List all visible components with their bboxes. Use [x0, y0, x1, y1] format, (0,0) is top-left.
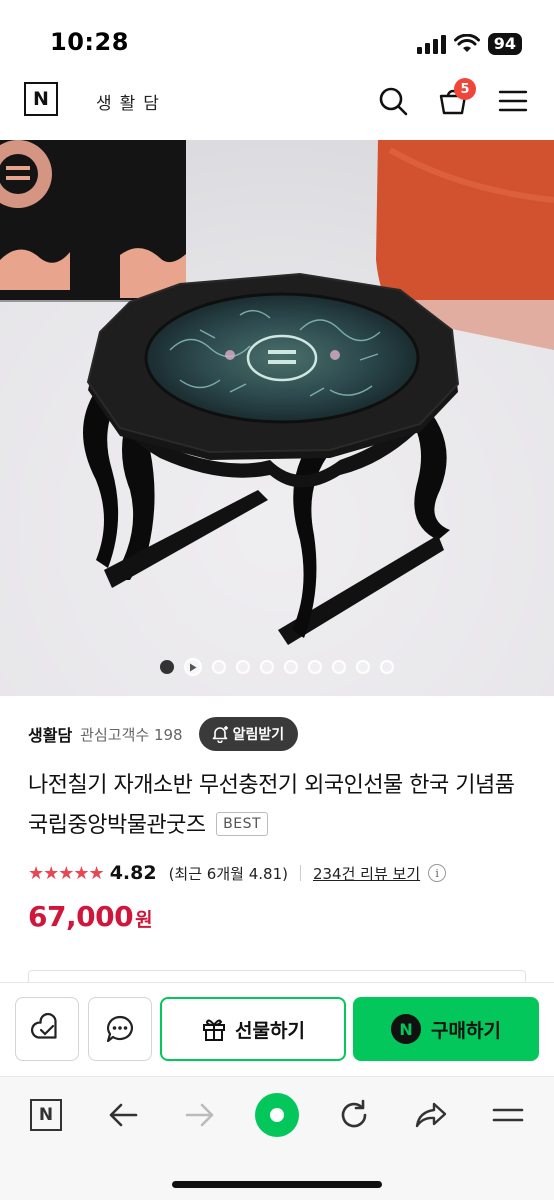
hamburger-icon: [498, 90, 528, 112]
carousel-dot[interactable]: [380, 660, 394, 674]
price-unit: 원: [135, 909, 153, 931]
share-arrow-icon: [415, 1102, 447, 1128]
gift-label: 선물하기: [235, 1019, 305, 1042]
home-indicator: [172, 1181, 382, 1188]
browser-home-button[interactable]: N: [24, 1093, 68, 1137]
status-time: 10:28: [50, 28, 129, 56]
seller-follower-count: 관심고객수 198: [80, 725, 183, 744]
buy-label: 구매하기: [431, 1019, 501, 1042]
price-value: 67,000: [28, 900, 134, 933]
share-button[interactable]: [409, 1093, 453, 1137]
best-badge: BEST: [216, 812, 269, 836]
gift-icon: [203, 1019, 226, 1041]
naverpay-n-icon: N: [391, 1014, 422, 1044]
purchase-action-bar: 선물하기 N 구매하기: [0, 982, 554, 1074]
header: N 생활담 5: [0, 72, 554, 132]
info-icon[interactable]: i: [428, 864, 447, 882]
status-icons: 94: [416, 33, 522, 55]
green-dot-icon: [270, 1108, 284, 1122]
browser-toolbar: N: [0, 1076, 554, 1200]
product-title: 나전칠기 자개소반 무선충전기 외국인선물 한국 기념품 국립중앙박물관굿즈 B…: [28, 766, 532, 846]
battery-indicator: 94: [487, 33, 522, 55]
store-brand-name[interactable]: 생활담: [96, 89, 167, 114]
cart-count-badge: 5: [454, 78, 476, 100]
carousel-dot[interactable]: [284, 660, 298, 674]
carousel-dot[interactable]: [260, 660, 274, 674]
seller-row: 생활담 관심고객수 198 알림받기: [28, 714, 526, 754]
carousel-dot[interactable]: [236, 660, 250, 674]
alarm-subscribe-label: 알림받기: [232, 727, 285, 743]
back-button[interactable]: [101, 1093, 145, 1137]
carousel-dot[interactable]: [356, 660, 370, 674]
browser-menu-button[interactable]: [486, 1093, 530, 1137]
naver-n-icon: N: [30, 1099, 62, 1131]
search-icon: [379, 87, 408, 116]
arrow-right-icon: [185, 1103, 214, 1127]
refresh-icon: [341, 1099, 367, 1128]
carousel-dot[interactable]: [332, 660, 346, 674]
review-link[interactable]: 234건 리뷰 보기: [313, 863, 420, 884]
divider: [299, 865, 301, 881]
status-bar: 10:28 94: [0, 0, 554, 66]
carousel-dot[interactable]: [212, 660, 226, 674]
rating-row: ★★★★★ 4.82 (최근 6개월 4.81) 234건 리뷰 보기 i: [28, 858, 526, 888]
cart-button[interactable]: 5: [436, 78, 476, 118]
product-title-text: 나전칠기 자개소반 무선충전기 외국인선물 한국 기념품 국립중앙박물관굿즈: [28, 773, 515, 838]
product-image-carousel[interactable]: [0, 140, 554, 696]
wishlist-button[interactable]: [15, 997, 79, 1061]
refresh-button[interactable]: [332, 1093, 376, 1137]
signal-icon: [416, 35, 446, 54]
rating-stars: ★★★★★: [28, 862, 105, 884]
heart-check-icon: [30, 1012, 57, 1039]
green-dot-button[interactable]: [255, 1093, 299, 1137]
arrow-left-icon: [109, 1103, 138, 1127]
bell-plus-icon: [212, 726, 228, 743]
price: 67,000 원: [28, 900, 153, 933]
alarm-subscribe-button[interactable]: 알림받기: [198, 717, 299, 751]
search-button[interactable]: [376, 84, 410, 118]
chat-bubble-icon: [106, 1015, 133, 1043]
carousel-dot[interactable]: [160, 660, 174, 674]
two-line-menu-icon: [492, 1108, 524, 1122]
menu-button[interactable]: [496, 84, 530, 118]
product-photo: [0, 140, 554, 696]
carousel-pagination: [0, 658, 554, 676]
carousel-dot[interactable]: [308, 660, 322, 674]
seller-name[interactable]: 생활담: [28, 722, 72, 746]
buy-button[interactable]: N 구매하기: [353, 997, 539, 1061]
wifi-icon: [453, 34, 480, 52]
naver-logo-button[interactable]: N: [24, 82, 58, 116]
gift-button[interactable]: 선물하기: [160, 997, 346, 1061]
talk-inquiry-button[interactable]: [88, 997, 152, 1061]
forward-button[interactable]: [178, 1093, 222, 1137]
recent-rating: (최근 6개월 4.81): [168, 864, 288, 883]
rating-value: 4.82: [109, 862, 157, 884]
carousel-video-dot[interactable]: [184, 658, 202, 676]
